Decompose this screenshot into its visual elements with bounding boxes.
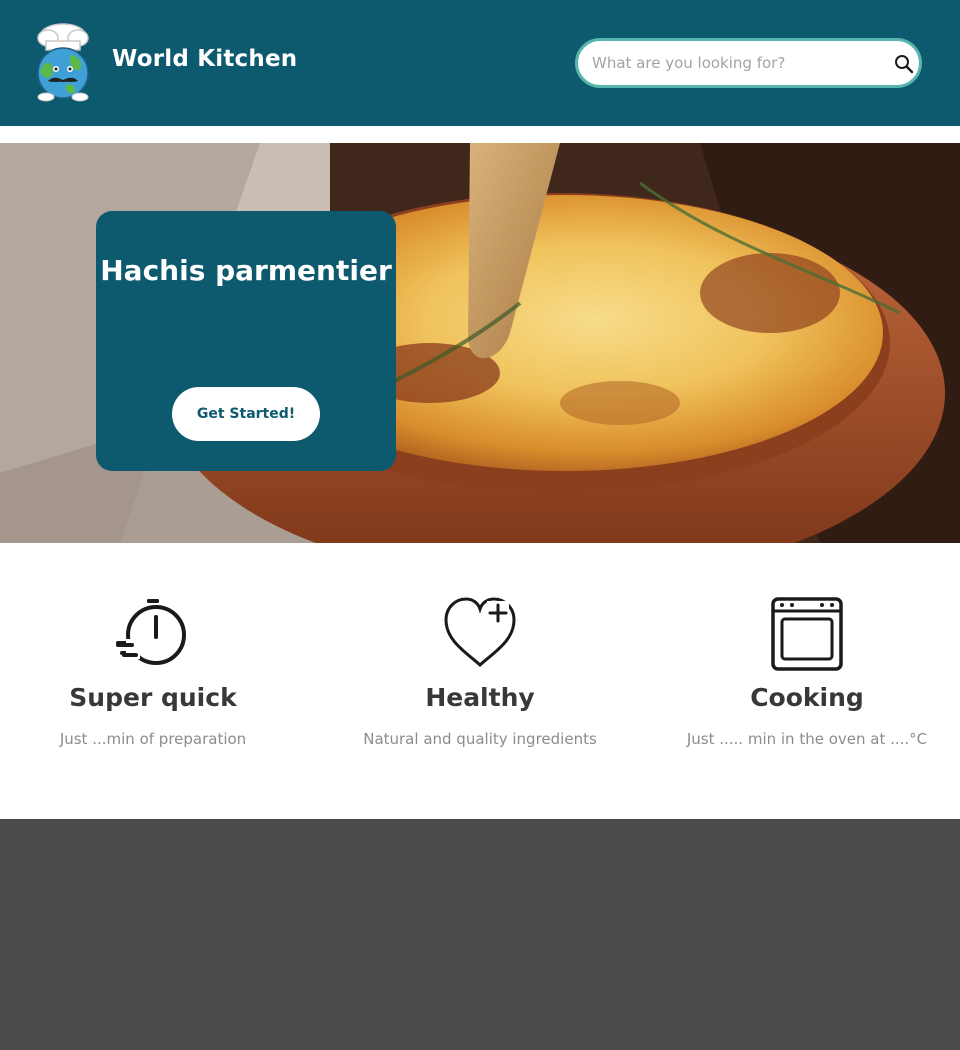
hero-banner: Hachis parmentier Get Started! <box>0 143 960 543</box>
feature-healthy: Healthy Natural and quality ingredients <box>320 543 640 819</box>
search-input[interactable] <box>592 41 882 85</box>
feature-title: Healthy <box>425 683 535 712</box>
feature-cooking: Cooking Just ..... min in the oven at ..… <box>647 543 960 819</box>
hero-title: Hachis parmentier <box>100 254 392 287</box>
search-icon[interactable] <box>893 53 915 75</box>
header-spacer <box>0 126 960 143</box>
oven-icon <box>771 597 843 671</box>
site-footer <box>0 819 960 1050</box>
site-header: World Kitchen <box>0 0 960 126</box>
feature-description: Just ...min of preparation <box>59 730 247 748</box>
chef-globe-logo-icon[interactable] <box>26 23 100 103</box>
search-box <box>575 38 922 88</box>
feature-description: Natural and quality ingredients <box>363 730 597 748</box>
features-section: Super quick Just ...min of preparation H… <box>0 543 960 819</box>
feature-description: Just ..... min in the oven at ....°C <box>686 730 928 748</box>
feature-super-quick: Super quick Just ...min of preparation <box>0 543 313 819</box>
feature-title: Super quick <box>69 683 237 712</box>
heart-plus-icon <box>444 597 516 668</box>
get-started-button[interactable]: Get Started! <box>172 387 320 441</box>
stopwatch-icon <box>116 599 186 665</box>
feature-title: Cooking <box>750 683 864 712</box>
brand-name[interactable]: World Kitchen <box>112 46 297 72</box>
hero-card: Hachis parmentier Get Started! <box>96 211 396 471</box>
